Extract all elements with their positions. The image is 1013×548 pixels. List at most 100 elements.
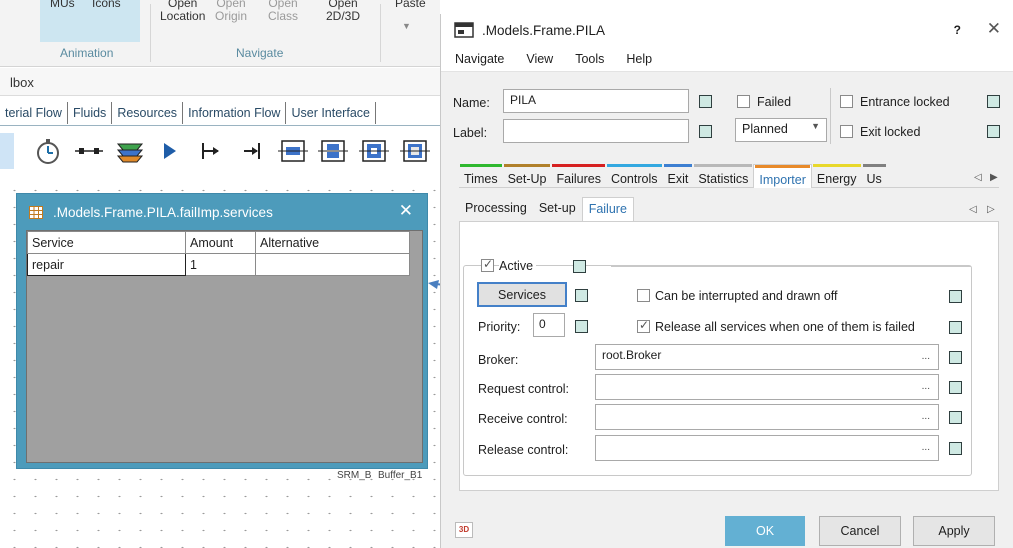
open-class-button[interactable]: Open Class	[268, 0, 298, 23]
icons-button[interactable]: Icons	[92, 0, 121, 10]
name-field[interactable]: PILA	[503, 89, 689, 113]
tab-controls[interactable]: Controls	[606, 164, 663, 188]
table-cell[interactable]	[255, 253, 410, 276]
tab-fluids[interactable]: Fluids	[68, 102, 113, 124]
tab-scroll-left-icon[interactable]: ◁	[974, 172, 982, 183]
receive-control-field[interactable]: ...	[595, 404, 939, 430]
label-label: Label:	[453, 126, 488, 140]
open-2d3d-button[interactable]: Open 2D/3D	[326, 0, 360, 23]
interrupt-checkbox[interactable]	[637, 289, 650, 302]
menu-navigate[interactable]: Navigate	[455, 52, 504, 66]
help-icon[interactable]: ?	[954, 23, 961, 37]
request-control-field[interactable]: ...	[595, 374, 939, 400]
parallel-proc-icon[interactable]	[318, 135, 350, 167]
services-window: .Models.Frame.PILA.failImp.services ✕ Se…	[16, 193, 428, 469]
tab-user-defined[interactable]: Us	[862, 164, 887, 188]
tab-user-interface[interactable]: User Interface	[286, 102, 376, 124]
mus-button[interactable]: MUs	[50, 0, 75, 10]
table-cell[interactable]: repair	[27, 253, 186, 276]
play-icon[interactable]	[154, 135, 186, 167]
tab-importer[interactable]: Importer	[753, 164, 812, 188]
exit-locked-checkbox[interactable]	[840, 125, 853, 138]
label-field[interactable]	[503, 119, 689, 143]
tab-times[interactable]: Times	[459, 164, 503, 188]
tab-processing[interactable]: Processing	[459, 197, 533, 221]
inherit-toggle[interactable]	[949, 321, 962, 334]
inherit-toggle[interactable]	[949, 351, 962, 364]
table-cell[interactable]: 1	[185, 253, 256, 276]
planned-select[interactable]: Planned ▼	[735, 118, 827, 142]
inherit-toggle[interactable]	[987, 95, 1000, 108]
column-header-alternative[interactable]: Alternative	[255, 231, 410, 254]
services-window-titlebar: .Models.Frame.PILA.failImp.services	[17, 194, 427, 230]
main-tabs: Times Set-Up Failures Controls Exit Stat…	[459, 164, 999, 188]
inherit-toggle[interactable]	[699, 95, 712, 108]
inherit-toggle[interactable]	[949, 411, 962, 424]
column-header-service[interactable]: Service	[27, 231, 186, 254]
source-icon[interactable]	[73, 135, 105, 167]
tab-exit[interactable]: Exit	[663, 164, 694, 188]
ellipsis-button[interactable]: ...	[922, 411, 930, 422]
layers-icon[interactable]	[114, 135, 146, 167]
tab-material-flow[interactable]: terial Flow	[0, 102, 68, 124]
menu-tools[interactable]: Tools	[575, 52, 604, 66]
tab-failures[interactable]: Failures	[551, 164, 606, 188]
apply-button[interactable]: Apply	[913, 516, 995, 546]
3d-button[interactable]: 3D	[455, 522, 473, 538]
menu-help[interactable]: Help	[626, 52, 652, 66]
planned-select-value: Planned	[742, 122, 788, 136]
dismantle-icon[interactable]	[399, 135, 431, 167]
ribbon: MUs Icons Animation Open Location Open O…	[0, 0, 440, 67]
inherit-toggle[interactable]	[699, 125, 712, 138]
open-location-button[interactable]: Open Location	[160, 0, 205, 23]
ok-button[interactable]: OK	[725, 516, 805, 546]
inherit-toggle[interactable]	[573, 260, 586, 273]
release-all-label: Release all services when one of them is…	[655, 320, 915, 334]
tab-resources[interactable]: Resources	[112, 102, 184, 124]
menu-bar: Navigate View Tools Help	[441, 46, 1013, 72]
tab-statistics[interactable]: Statistics	[693, 164, 753, 188]
assembly-icon[interactable]	[358, 135, 390, 167]
broker-field[interactable]: root.Broker ...	[595, 344, 939, 370]
column-header-amount[interactable]: Amount	[185, 231, 256, 254]
entrance-icon[interactable]	[195, 135, 227, 167]
inherit-toggle[interactable]	[949, 381, 962, 394]
open-origin-button[interactable]: Open Origin	[215, 0, 247, 23]
tab-set-up[interactable]: Set-Up	[503, 164, 552, 188]
menu-view[interactable]: View	[526, 52, 553, 66]
navigate-group-label: Navigate	[236, 46, 284, 60]
priority-stepper[interactable]: 0	[533, 313, 565, 337]
inherit-toggle[interactable]	[575, 289, 588, 302]
chevron-down-icon[interactable]: ▼	[402, 20, 411, 33]
stopwatch-icon[interactable]	[32, 135, 64, 167]
ellipsis-button[interactable]: ...	[922, 381, 930, 392]
inherit-toggle[interactable]	[949, 290, 962, 303]
inherit-toggle[interactable]	[987, 125, 1000, 138]
release-control-field[interactable]: ...	[595, 435, 939, 461]
close-icon[interactable]: ✕	[399, 201, 413, 221]
tab-scroll-right-icon[interactable]: ▶	[990, 172, 998, 183]
ellipsis-button[interactable]: ...	[922, 351, 930, 362]
active-checkbox[interactable]	[481, 257, 494, 272]
ellipsis-button[interactable]: ...	[922, 442, 930, 453]
tab-failure[interactable]: Failure	[581, 197, 634, 221]
tab-information-flow[interactable]: Information Flow	[183, 102, 287, 124]
drain-icon[interactable]	[236, 135, 268, 167]
dialog-title: .Models.Frame.PILA	[482, 22, 606, 38]
tab-setup-sub[interactable]: Set-up	[533, 197, 582, 221]
inherit-toggle[interactable]	[949, 442, 962, 455]
inherit-toggle[interactable]	[575, 320, 588, 333]
subtab-scroll-left-icon[interactable]: ◁	[969, 204, 977, 215]
release-all-checkbox[interactable]	[637, 318, 650, 333]
entrance-locked-checkbox[interactable]	[840, 95, 853, 108]
failed-checkbox[interactable]	[737, 95, 750, 108]
single-proc-icon[interactable]	[277, 135, 309, 167]
subtab-scroll-right-icon[interactable]: ▷	[987, 204, 995, 215]
close-icon[interactable]: ✕	[987, 19, 1001, 39]
name-label: Name:	[453, 96, 490, 110]
paste-button[interactable]: Paste	[395, 0, 426, 10]
tab-energy[interactable]: Energy	[812, 164, 862, 188]
cancel-button[interactable]: Cancel	[819, 516, 901, 546]
services-button[interactable]: Services	[477, 282, 567, 307]
animation-group-label: Animation	[60, 46, 114, 60]
